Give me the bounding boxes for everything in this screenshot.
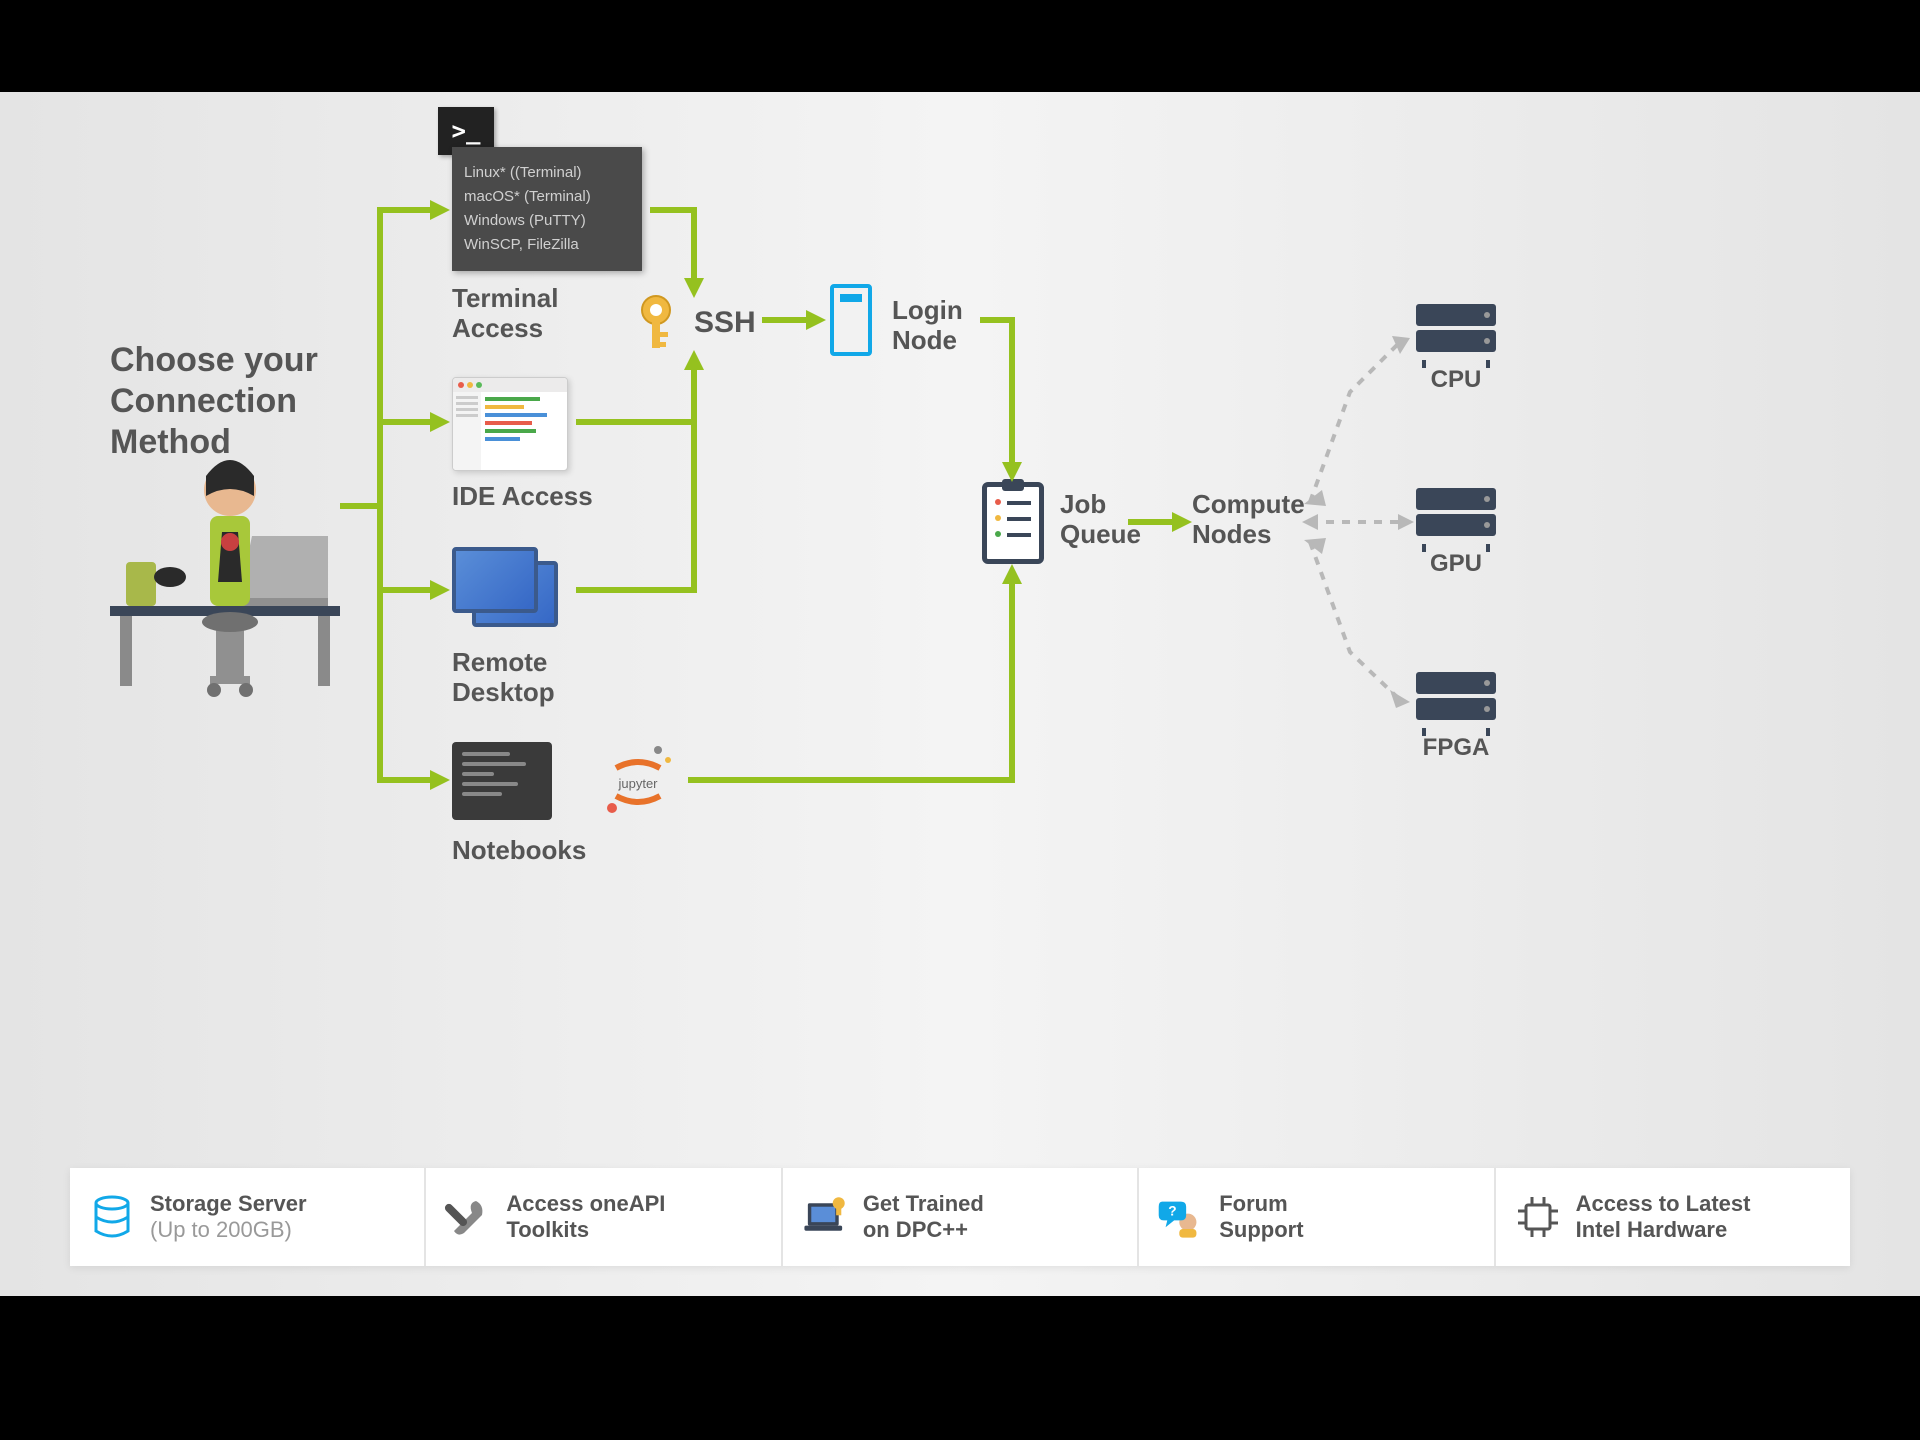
cpu-label: CPU (1416, 366, 1496, 394)
diagram-canvas: Choose your Connection Method >_ Linux* … (0, 92, 1920, 1296)
tools-wrench-icon (444, 1193, 492, 1241)
forum-title: Forum Support (1219, 1191, 1303, 1244)
ssh-label: SSH (694, 306, 756, 341)
login-node-label: Login Node (892, 296, 963, 356)
terminal-access-label: Terminal Access (452, 284, 558, 344)
terminal-options-box: Linux* ((Terminal) macOS* (Terminal) Win… (452, 147, 642, 271)
svg-text:jupyter: jupyter (617, 776, 658, 791)
footer-forum: ? Forum Support (1139, 1168, 1495, 1266)
hardware-title: Access to Latest Intel Hardware (1576, 1191, 1751, 1244)
trained-title: Get Trained on DPC++ (863, 1191, 984, 1244)
compute-nodes-label: Compute Nodes (1192, 490, 1305, 550)
remote-desktop-label: Remote Desktop (452, 648, 555, 708)
gpu-label: GPU (1416, 550, 1496, 578)
gpu-server-icon: GPU (1416, 488, 1496, 546)
user-at-desk-illustration (110, 442, 340, 702)
jupyter-icon: jupyter (598, 742, 678, 822)
training-laptop-icon (801, 1193, 849, 1241)
cpu-server-icon: CPU (1416, 304, 1496, 362)
term-line: WinSCP, FileZilla (464, 233, 630, 257)
fpga-label: FPGA (1416, 734, 1496, 762)
chip-hardware-icon (1514, 1193, 1562, 1241)
forum-support-icon: ? (1157, 1193, 1205, 1241)
notebook-code-icon (452, 742, 552, 820)
term-line: Linux* ((Terminal) (464, 161, 630, 185)
footer-hardware: Access to Latest Intel Hardware (1496, 1168, 1850, 1266)
storage-sub: (Up to 200GB) (150, 1217, 292, 1242)
job-queue-clipboard-icon (982, 482, 1044, 564)
fpga-server-icon: FPGA (1416, 672, 1496, 730)
remote-desktop-icon (452, 547, 562, 631)
svg-text:?: ? (1168, 1203, 1176, 1218)
term-line: Windows (PuTTY) (464, 209, 630, 233)
ssh-key-icon (638, 292, 686, 352)
storage-title: Storage Server (150, 1191, 307, 1216)
ide-access-label: IDE Access (452, 482, 593, 512)
footer-trained: Get Trained on DPC++ (783, 1168, 1139, 1266)
job-queue-label: Job Queue (1060, 490, 1141, 550)
ide-window-icon (452, 377, 568, 471)
footer-oneapi: Access oneAPI Toolkits (426, 1168, 782, 1266)
login-node-server-icon (830, 284, 872, 356)
notebooks-label: Notebooks (452, 836, 586, 866)
oneapi-title: Access oneAPI Toolkits (506, 1191, 665, 1244)
storage-database-icon (88, 1193, 136, 1241)
footer-row: Storage Server (Up to 200GB) Access oneA… (70, 1168, 1850, 1266)
footer-storage: Storage Server (Up to 200GB) (70, 1168, 426, 1266)
term-line: macOS* (Terminal) (464, 185, 630, 209)
